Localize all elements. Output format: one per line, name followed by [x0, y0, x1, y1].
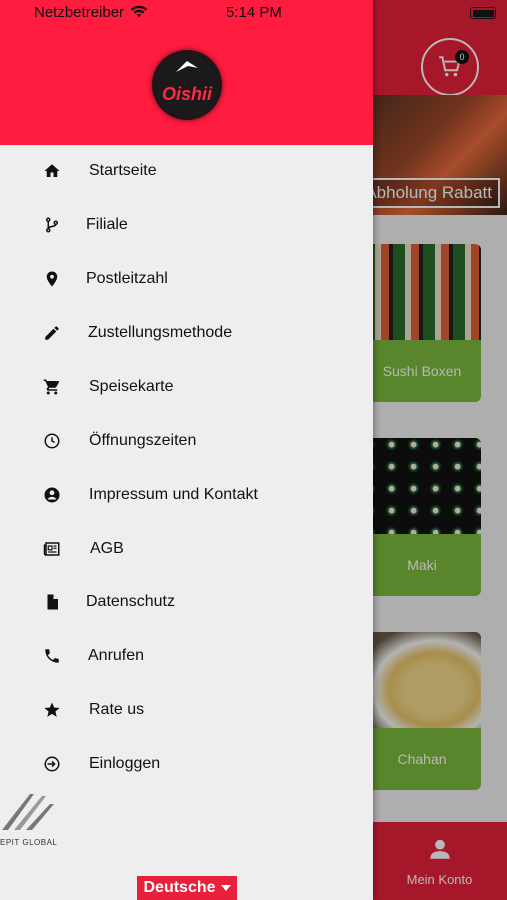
menu-item-label: Einloggen: [89, 755, 161, 772]
newspaper-icon: [42, 539, 62, 559]
menu-item-label: Anrufen: [88, 647, 145, 664]
menu-item-speisekarte[interactable]: Speisekarte: [0, 362, 373, 412]
menu-item-rate-us[interactable]: Rate us: [0, 685, 373, 735]
star-icon: [42, 700, 62, 720]
carrier-label: Netzbetreiber: [34, 4, 148, 21]
menu-item-impressum[interactable]: Impressum und Kontakt: [0, 470, 373, 520]
clock-time: 5:14 PM: [226, 4, 282, 21]
menu-item-anrufen[interactable]: Anrufen: [0, 631, 373, 681]
epit-logo-mark: [2, 794, 54, 830]
menu-item-label: Speisekarte: [89, 378, 174, 395]
language-label: Deutsche: [143, 879, 216, 896]
account-circle-icon: [42, 485, 62, 505]
home-icon: [42, 161, 62, 181]
menu-item-label: Impressum und Kontakt: [89, 486, 258, 503]
logo-text: Oishii: [161, 83, 212, 104]
menu-item-startseite[interactable]: Startseite: [0, 146, 373, 196]
login-icon: [42, 754, 62, 774]
menu-item-datenschutz[interactable]: Datenschutz: [0, 577, 373, 627]
menu-item-zustellungsmethode[interactable]: Zustellungsmethode: [0, 308, 373, 358]
menu-item-label: AGB: [90, 540, 124, 557]
restaurant-logo: Oishii: [152, 50, 222, 120]
menu-item-label: Zustellungsmethode: [88, 324, 233, 341]
cart-icon: [42, 377, 62, 397]
menu-item-postleitzahl[interactable]: Postleitzahl: [0, 254, 373, 304]
phone-icon: [42, 646, 62, 666]
pencil-icon: [42, 323, 62, 343]
menu-item-label: Rate us: [89, 701, 145, 718]
menu-item-filiale[interactable]: Filiale: [0, 200, 373, 250]
menu-item-label: Filiale: [86, 216, 128, 233]
branch-icon: [42, 215, 62, 235]
crane-icon: [176, 61, 198, 72]
menu-item-label: Startseite: [89, 162, 157, 179]
navigation-drawer: Oishii Startseite Filiale Postleitzahl Z…: [0, 0, 373, 900]
menu-item-oeffnungszeiten[interactable]: Öffnungszeiten: [0, 416, 373, 466]
menu-item-label: Datenschutz: [86, 593, 175, 610]
clock-icon: [42, 431, 62, 451]
document-icon: [42, 592, 62, 612]
battery-icon: [470, 7, 496, 19]
location-pin-icon: [42, 269, 62, 289]
caret-down-icon: [220, 885, 231, 891]
wifi-icon: [130, 5, 148, 18]
menu-item-agb[interactable]: AGB: [0, 524, 373, 574]
menu-item-einloggen[interactable]: Einloggen: [0, 739, 373, 789]
language-selector[interactable]: Deutsche: [137, 876, 237, 900]
status-bar: Netzbetreiber 5:14 PM: [0, 0, 507, 26]
epit-global-label: EPIT GLOBAL: [0, 838, 58, 847]
menu-item-label: Postleitzahl: [86, 270, 168, 287]
menu-item-label: Öffnungszeiten: [89, 432, 197, 449]
